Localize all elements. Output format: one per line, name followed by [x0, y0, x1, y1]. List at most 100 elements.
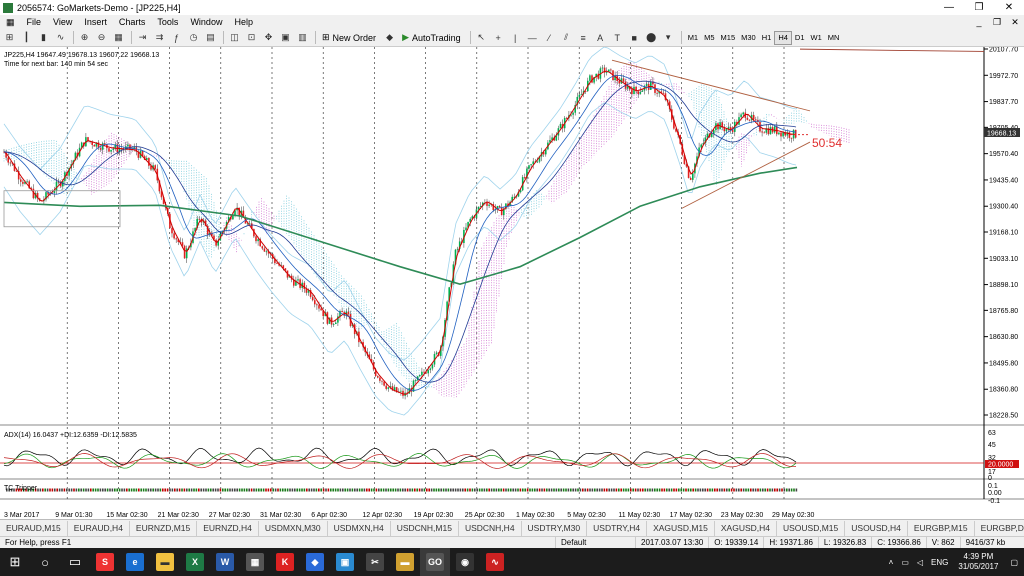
metaeditor-icon[interactable]: ◆ — [382, 31, 397, 45]
chart-tab[interactable]: EURGBP,Daily — [975, 521, 1024, 536]
task-view-icon[interactable]: ▭ — [60, 548, 90, 576]
tc-signal-mark — [522, 488, 524, 492]
metatrader-taskbar-icon[interactable]: GO — [420, 548, 450, 576]
zoom-out-icon[interactable]: ⊖ — [94, 31, 109, 45]
chart-tab[interactable]: EURGBP,M15 — [908, 520, 975, 536]
indicators-icon[interactable]: ƒ — [169, 31, 184, 45]
network-icon[interactable]: ▭ — [897, 558, 913, 567]
tf-m5[interactable]: M5 — [701, 31, 717, 45]
chart-tab[interactable]: USOUSD,H4 — [845, 520, 908, 536]
market-watch-icon[interactable]: ◫ — [227, 31, 242, 45]
tf-mn[interactable]: MN — [825, 31, 843, 45]
menu-view[interactable]: View — [47, 17, 78, 27]
tf-m30[interactable]: M30 — [738, 31, 759, 45]
tile-windows-icon[interactable]: ▦ — [111, 31, 126, 45]
camera-icon[interactable]: ◉ — [450, 548, 480, 576]
chart-shift-icon[interactable]: ⇥ — [135, 31, 150, 45]
tc-signal-mark — [534, 488, 536, 492]
chart-tab[interactable]: USDMXN,H4 — [328, 520, 391, 536]
bar-chart-icon[interactable]: ┃ — [19, 31, 34, 45]
snipping-icon[interactable]: ✂ — [360, 548, 390, 576]
tc-signal-mark — [661, 488, 663, 492]
chart-tab[interactable]: XAGUSD,M15 — [647, 520, 715, 536]
tf-w1[interactable]: W1 — [808, 31, 825, 45]
volume-icon[interactable]: ◁ — [913, 558, 927, 567]
text-icon[interactable]: A — [593, 31, 608, 45]
strategy-tester-icon[interactable]: ▥ — [295, 31, 310, 45]
chart-tab[interactable]: EURAUD,H4 — [68, 520, 130, 536]
security-icon[interactable]: ◆ — [300, 548, 330, 576]
language-indicator[interactable]: ENG — [927, 558, 952, 567]
child-close-icon[interactable]: ✕ — [1006, 17, 1024, 28]
notifications-icon[interactable]: ▢ — [1004, 558, 1024, 567]
templates-icon[interactable]: ▤ — [203, 31, 218, 45]
up-arrow-icon[interactable]: ˄ — [885, 558, 898, 567]
trendline-icon[interactable]: ⁄ — [542, 31, 557, 45]
chart-tab[interactable]: USOUSD,M15 — [777, 520, 846, 536]
candlestick-icon[interactable]: ▮ — [36, 31, 51, 45]
chart-tab[interactable]: USDTRY,M30 — [522, 520, 588, 536]
chart-tab[interactable]: USDCNH,H4 — [459, 520, 522, 536]
chart-tab[interactable]: USDTRY,H4 — [587, 520, 648, 536]
tf-m1[interactable]: M1 — [685, 31, 701, 45]
folder-icon[interactable]: ▬ — [390, 548, 420, 576]
chart-tab[interactable]: EURNZD,H4 — [197, 520, 259, 536]
cursor-icon[interactable]: ↖ — [474, 31, 489, 45]
line-chart-icon[interactable]: ∿ — [53, 31, 68, 45]
chart-app-icon[interactable]: ∿ — [480, 548, 510, 576]
chart-tab[interactable]: USDMXN,M30 — [259, 520, 328, 536]
more-tools-icon[interactable]: ▾ — [661, 31, 676, 45]
arrows-icon[interactable]: ⬤ — [644, 31, 659, 45]
chart-tab[interactable]: EURAUD,M15 — [0, 520, 68, 536]
autotrading-button[interactable]: ▶ AutoTrading — [399, 31, 464, 45]
horizontal-line-icon[interactable]: — — [525, 31, 540, 45]
close-icon[interactable]: ✕ — [994, 2, 1024, 13]
price-chart[interactable]: 20107.7019972.7019837.7019705.4019570.40… — [0, 47, 1024, 519]
periods-icon[interactable]: ◷ — [186, 31, 201, 45]
tf-h4[interactable]: H4 — [774, 30, 792, 45]
chart-tab[interactable]: USDCNH,M15 — [391, 520, 459, 536]
start-icon[interactable]: ⊞ — [0, 548, 30, 576]
tf-h1[interactable]: H1 — [759, 31, 775, 45]
zoom-in-icon[interactable]: ⊕ — [77, 31, 92, 45]
word-icon[interactable]: W — [210, 548, 240, 576]
chart-tab[interactable]: EURNZD,M15 — [130, 520, 198, 536]
child-minimize-icon[interactable]: _ — [970, 17, 988, 28]
clock[interactable]: 4:39 PM 31/05/2017 — [952, 552, 1004, 572]
kaspersky-icon[interactable]: K — [270, 548, 300, 576]
minimize-icon[interactable]: — — [934, 2, 964, 13]
menu-file[interactable]: File — [21, 17, 48, 27]
tc-signal-mark — [109, 488, 111, 492]
store-app-icon[interactable]: S — [90, 548, 120, 576]
child-restore-icon[interactable]: ❐ — [988, 17, 1006, 28]
crosshair-icon[interactable]: + — [491, 31, 506, 45]
search-icon[interactable]: ○ — [30, 548, 60, 576]
excel-icon[interactable]: X — [180, 548, 210, 576]
data-window-icon[interactable]: ⊡ — [244, 31, 259, 45]
vertical-line-icon[interactable]: | — [508, 31, 523, 45]
label-icon[interactable]: T — [610, 31, 625, 45]
menu-tools[interactable]: Tools — [151, 17, 184, 27]
fibonacci-icon[interactable]: ≡ — [576, 31, 591, 45]
menu-window[interactable]: Window — [184, 17, 228, 27]
new-chart-icon[interactable]: ⊞ — [2, 31, 17, 45]
shapes-icon[interactable]: ■ — [627, 31, 642, 45]
tc-signal-mark — [262, 488, 265, 492]
terminal-icon[interactable]: ▣ — [278, 31, 293, 45]
restore-icon[interactable]: ❐ — [964, 2, 994, 13]
tf-d1[interactable]: D1 — [792, 31, 808, 45]
edge-icon[interactable]: e — [120, 548, 150, 576]
tf-m15[interactable]: M15 — [718, 31, 739, 45]
channel-icon[interactable]: ⫽ — [559, 31, 574, 45]
menu-charts[interactable]: Charts — [113, 17, 152, 27]
menu-help[interactable]: Help — [228, 17, 259, 27]
navigator-icon[interactable]: ✥ — [261, 31, 276, 45]
chart-window[interactable]: 20107.7019972.7019837.7019705.4019570.40… — [0, 47, 1024, 519]
chart-tab[interactable]: XAGUSD,H4 — [715, 520, 777, 536]
explorer-icon[interactable]: ▬ — [150, 548, 180, 576]
photos-icon[interactable]: ▣ — [330, 548, 360, 576]
new-order-button[interactable]: ⊞ New Order — [319, 31, 379, 45]
autoscroll-icon[interactable]: ⇉ — [152, 31, 167, 45]
calculator-icon[interactable]: ▦ — [240, 548, 270, 576]
menu-insert[interactable]: Insert — [78, 17, 113, 27]
